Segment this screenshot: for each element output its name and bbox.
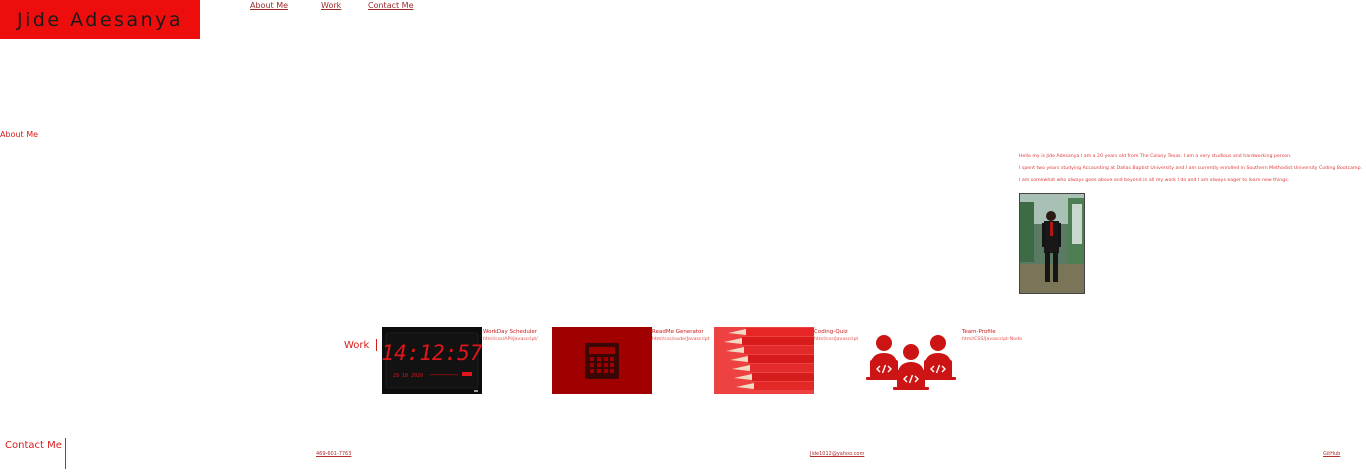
work-divider xyxy=(376,339,377,351)
project-thumbnail-quiz[interactable] xyxy=(714,327,814,394)
site-logo: Jide Adesanya xyxy=(0,0,200,39)
about-paragraph: I am somewhat who always goes above and … xyxy=(1019,178,1290,183)
about-heading: About Me xyxy=(0,130,39,139)
project-title[interactable]: WorkDay Scheduler xyxy=(483,329,537,335)
project-thumbnail-workday[interactable]: 14:12:57 29 10 2020 xyxy=(382,327,482,394)
team-coders-icon xyxy=(866,335,956,390)
project-tech: html/css/API/Javascript/ xyxy=(483,337,538,342)
nav-contact-link[interactable]: Contact Me xyxy=(368,1,414,10)
github-link[interactable]: GitHub xyxy=(1323,451,1340,457)
work-heading: Work xyxy=(344,340,370,351)
site-title: Jide Adesanya xyxy=(16,8,184,31)
phone-link[interactable]: 469-601-7763 xyxy=(316,451,351,457)
about-paragraph: Hello my is Jide Adesanya I am a 20 year… xyxy=(1019,154,1292,159)
project-title[interactable]: Coding-Quiz xyxy=(814,329,848,335)
about-text: Hello my is Jide Adesanya I am a 20 year… xyxy=(1019,154,1364,190)
clock-time: 14:12:57 xyxy=(382,341,482,365)
project-title[interactable]: ReadMe Generator xyxy=(652,329,704,335)
contact-heading: Contact Me xyxy=(5,440,62,451)
project-thumbnail-readme[interactable] xyxy=(552,327,652,394)
project-tech: html/css/Javascript xyxy=(814,337,859,342)
project-tech: html/CSS/Javascript-Node xyxy=(962,337,1022,342)
project-tech: html/css/node/Javascript xyxy=(652,337,710,342)
nav-about-link[interactable]: About Me xyxy=(250,1,288,10)
clock-date: 29 10 2020 xyxy=(393,373,423,379)
contact-divider xyxy=(65,438,66,469)
nav-work-link[interactable]: Work xyxy=(321,1,341,10)
project-title[interactable]: Team-Profile xyxy=(962,329,996,335)
portrait-photo xyxy=(1019,193,1085,294)
about-paragraph: I spent two years studying Accounting at… xyxy=(1019,166,1363,171)
project-thumbnail-team[interactable] xyxy=(862,327,962,394)
email-link[interactable]: Jide1012@yahoo.com xyxy=(810,451,864,457)
